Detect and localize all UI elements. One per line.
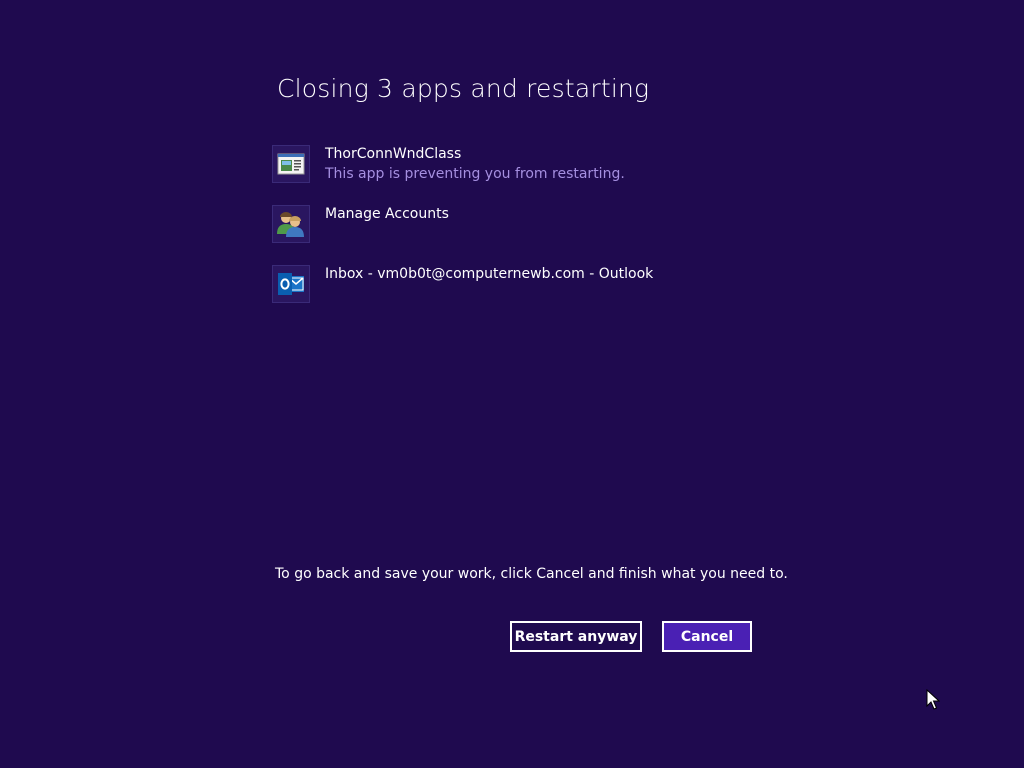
list-item-thorconnwndclass: ThorConnWndClass This app is preventing … — [272, 145, 872, 205]
users-icon — [272, 205, 310, 243]
restart-screen: Closing 3 apps and restarting ThorConnWn… — [0, 0, 1024, 768]
app-name: Manage Accounts — [325, 206, 449, 222]
restart-anyway-button[interactable]: Restart anyway — [510, 621, 642, 652]
page-title: Closing 3 apps and restarting — [277, 74, 650, 103]
mouse-pointer-icon — [926, 688, 941, 715]
app-name: Inbox - vm0b0t@computernewb.com - Outloo… — [325, 266, 654, 282]
app-warning: This app is preventing you from restarti… — [325, 166, 625, 182]
app-list: ThorConnWndClass This app is preventing … — [272, 145, 872, 325]
list-item-outlook-inbox: Inbox - vm0b0t@computernewb.com - Outloo… — [272, 265, 872, 325]
outlook-icon — [272, 265, 310, 303]
app-name: ThorConnWndClass — [325, 146, 462, 162]
list-item-manage-accounts: Manage Accounts — [272, 205, 872, 265]
window-app-icon — [272, 145, 310, 183]
cancel-button[interactable]: Cancel — [662, 621, 752, 652]
instruction-text: To go back and save your work, click Can… — [275, 566, 788, 582]
